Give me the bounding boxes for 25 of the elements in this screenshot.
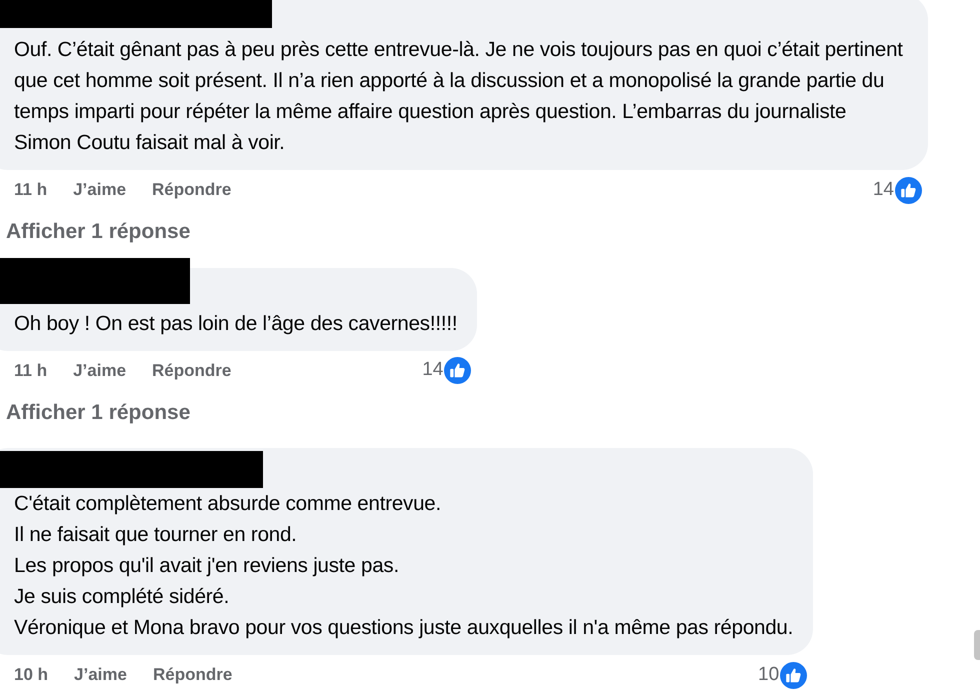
reply-link[interactable]: Répondre bbox=[152, 358, 232, 384]
reaction-count: 14 bbox=[872, 178, 894, 202]
like-link[interactable]: J’aime bbox=[74, 662, 127, 688]
comment-text: Ouf. C’était gênant pas à peu près cette entrevue-là. Je ne vois toujours pas en quoi c’était pertinent que cet homme soit présent. Il n’a rien apporté à la discussion et a monopolisé la grande partie du temps imparti pour répéter la même affaire question après question. L’embarras du journaliste Simon Coutu faisait mal à voir. bbox=[14, 37, 904, 156]
view-replies-link[interactable]: Afficher 1 réponse bbox=[6, 216, 190, 248]
comment-time: 10 h bbox=[14, 664, 48, 686]
comment-text: Les propos qu'il avait j'en reviens juste pas. bbox=[14, 553, 400, 579]
thumbs-up-icon bbox=[444, 357, 472, 384]
thumbs-up-icon bbox=[895, 176, 922, 204]
view-replies-link[interactable]: Afficher 1 réponse bbox=[6, 396, 190, 428]
comment-text: Oh boy ! On est pas loin de l’âge des cavernes!!!!! bbox=[14, 310, 458, 336]
reaction-count: 14 bbox=[422, 358, 444, 382]
scroll-thumb[interactable] bbox=[974, 630, 980, 660]
comment-text: Il ne faisait que tourner en rond. bbox=[14, 522, 298, 548]
comment-time: 11 h bbox=[14, 360, 48, 382]
like-link[interactable]: J’aime bbox=[73, 177, 126, 203]
reply-link[interactable]: Répondre bbox=[152, 662, 232, 688]
comment-text: Je suis complété sidéré. bbox=[14, 584, 230, 610]
comment-text: Véronique et Mona bravo pour vos questions juste auxquelles il n'a même pas répondu. bbox=[14, 615, 794, 641]
reply-link[interactable]: Répondre bbox=[152, 177, 232, 203]
comment-time: 11 h bbox=[14, 179, 48, 202]
comment-text: C'était complètement absurde comme entrevue. bbox=[14, 491, 442, 517]
thumbs-up-icon bbox=[780, 662, 808, 688]
like-link[interactable]: J’aime bbox=[73, 358, 126, 384]
reaction-count: 10 bbox=[758, 662, 780, 687]
